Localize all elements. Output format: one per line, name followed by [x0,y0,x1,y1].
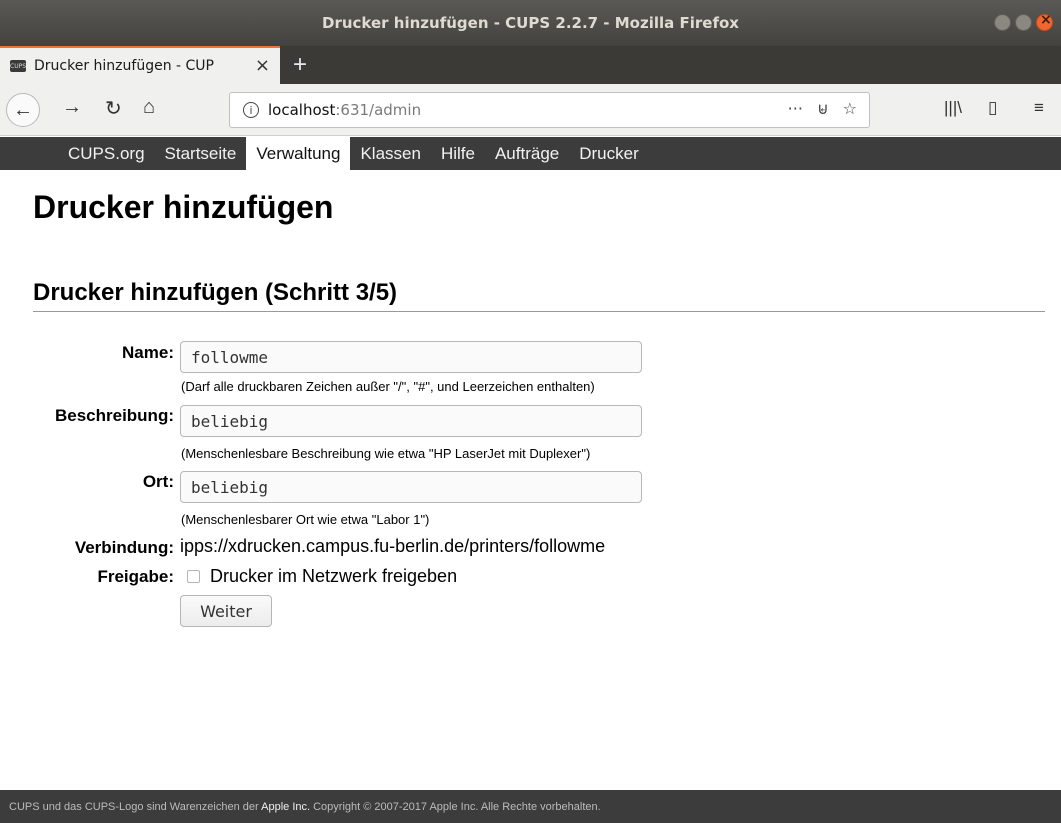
location-field[interactable]: beliebig [180,471,642,503]
tab-label: Drucker hinzufügen - CUP [34,58,214,74]
description-label: Beschreibung: [54,406,174,425]
menu-icon[interactable]: ≡ [1034,98,1044,118]
page-title: Drucker hinzufügen [33,189,334,225]
info-icon[interactable]: i [243,102,259,118]
share-checkbox[interactable] [187,570,200,583]
nav-verwaltung[interactable]: Verwaltung [246,137,351,170]
cups-favicon-icon: CUPS [10,60,26,72]
name-label: Name: [122,343,174,362]
bookmark-star-icon[interactable]: ☆ [843,99,857,118]
location-hint: (Menschenlesbarer Ort wie etwa "Labor 1"… [181,512,430,527]
apple-link[interactable]: Apple Inc. [261,801,310,813]
window-controls [994,12,1053,31]
close-tab-icon[interactable]: × [255,55,270,76]
nav-startseite[interactable]: Startseite [155,137,247,170]
tab-drucker-hinzufuegen[interactable]: CUPS Drucker hinzufügen - CUP × [0,46,280,84]
section-divider [33,311,1045,312]
minimize-button[interactable] [994,14,1011,31]
section-title: Drucker hinzufügen (Schritt 3/5) [33,279,398,306]
description-hint: (Menschenlesbare Beschreibung wie etwa "… [181,446,591,461]
url-actions: ··· ⊌ ☆ [788,99,857,118]
nav-drucker[interactable]: Drucker [569,137,649,170]
nav-klassen[interactable]: Klassen [350,137,430,170]
connection-label: Verbindung: [74,538,174,557]
window-titlebar: Drucker hinzufügen - CUPS 2.2.7 - Mozill… [0,0,1061,46]
description-field[interactable]: beliebig [180,405,642,437]
cups-navigation: CUPS.org Startseite Verwaltung Klassen H… [0,137,1061,170]
nav-cups-org[interactable]: CUPS.org [58,137,155,170]
new-tab-button[interactable]: + [280,46,320,84]
navigation-toolbar: ← → ↻ ⌂ i localhost:631/admin ··· ⊌ ☆ ||… [0,84,1061,136]
name-hint: (Darf alle druckbaren Zeichen außer "/",… [181,379,595,394]
tab-strip: CUPS Drucker hinzufügen - CUP × + [0,46,1061,84]
footer-text-post: Copyright © 2007-2017 Apple Inc. Alle Re… [310,801,601,813]
connection-value: ipps://xdrucken.campus.fu-berlin.de/prin… [180,536,606,556]
name-field[interactable]: followme [180,341,642,373]
url-text[interactable]: localhost:631/admin [268,101,421,119]
weiter-button[interactable]: Weiter [180,595,272,627]
home-button[interactable]: ⌂ [143,96,155,119]
window-title: Drucker hinzufügen - CUPS 2.2.7 - Mozill… [322,14,739,32]
nav-hilfe[interactable]: Hilfe [431,137,485,170]
forward-button[interactable]: → [62,96,82,119]
reload-button[interactable]: ↻ [105,96,122,121]
back-button[interactable]: ← [6,93,40,127]
nav-auftraege[interactable]: Aufträge [485,137,569,170]
maximize-button[interactable] [1015,14,1032,31]
share-label: Freigabe: [97,567,174,586]
page-actions-icon[interactable]: ··· [788,99,803,118]
library-icon[interactable]: |||\ [944,98,962,118]
location-label: Ort: [142,472,174,491]
close-window-button[interactable] [1036,12,1053,31]
share-checkbox-label[interactable]: Drucker im Netzwerk freigeben [210,566,457,587]
url-bar[interactable]: i localhost:631/admin ··· ⊌ ☆ [229,92,870,128]
arrow-left-icon: ← [13,98,33,121]
page-footer: CUPS und das CUPS-Logo sind Warenzeichen… [0,790,1061,823]
footer-text-pre: CUPS und das CUPS-Logo sind Warenzeichen… [9,801,262,813]
sidebar-icon[interactable]: ▯ [988,98,997,118]
pocket-icon[interactable]: ⊌ [817,99,829,118]
